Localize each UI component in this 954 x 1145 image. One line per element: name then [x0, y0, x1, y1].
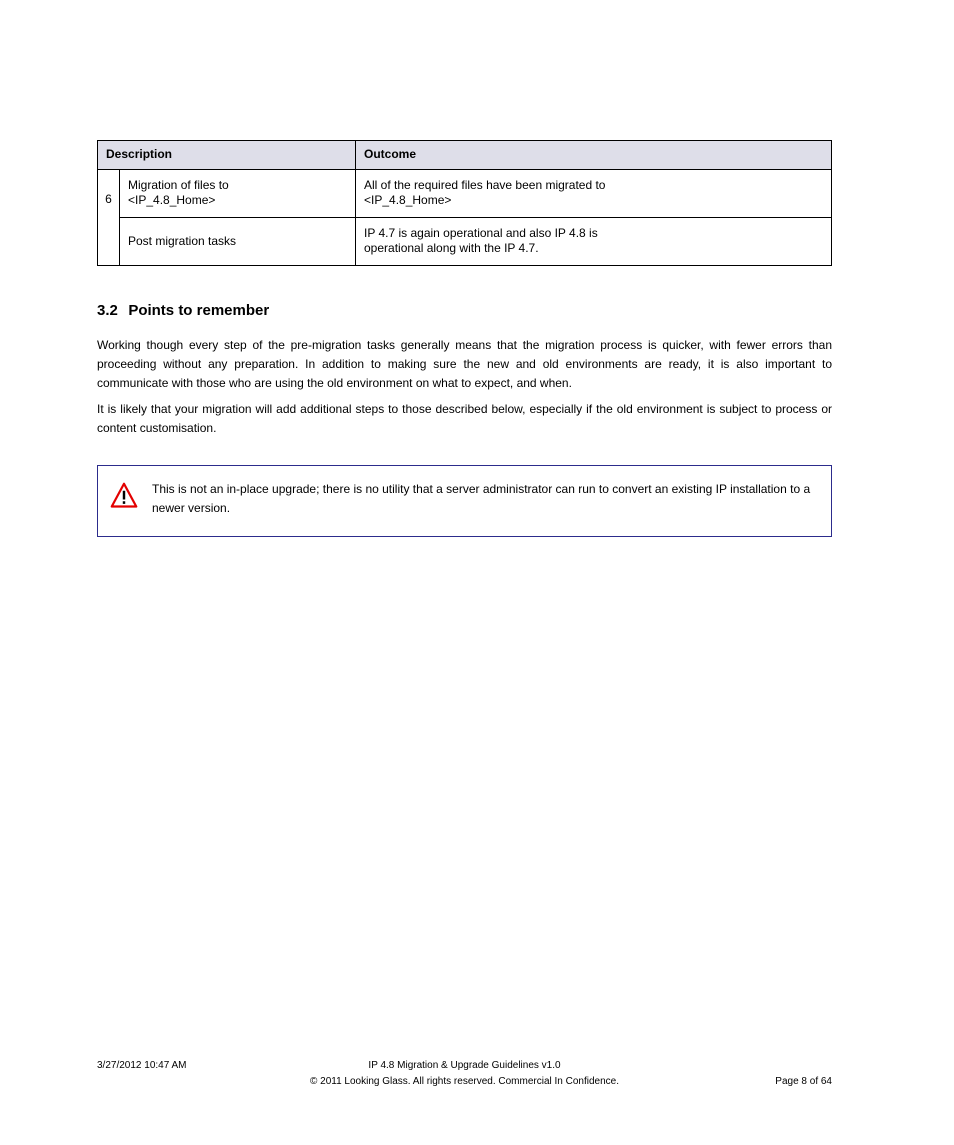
table-row: Post migration tasks IP 4.7 is again ope…: [98, 217, 832, 265]
cell-outcome-top: All of the required files have been migr…: [356, 169, 832, 217]
cell-desc-top: Migration of files to <IP_4.8_Home>: [120, 169, 356, 217]
section-title: Points to remember: [128, 302, 269, 319]
body-paragraph: Working though every step of the pre-mig…: [97, 336, 832, 394]
alert-box: This is not an in-place upgrade; there i…: [97, 465, 832, 537]
alert-text: This is not an in-place upgrade; there i…: [152, 482, 810, 515]
footer-page: Page 8 of 64: [775, 1076, 832, 1087]
footer-doc-title: IP 4.8 Migration & Upgrade Guidelines v1…: [97, 1060, 832, 1071]
body-paragraph: It is likely that your migration will ad…: [97, 400, 832, 438]
cell-desc-bottom: Post migration tasks: [120, 217, 356, 265]
footer-line: 3/27/2012 10:47 AM IP 4.8 Migration & Up…: [97, 1060, 832, 1071]
footer-copyright: © 2011 Looking Glass. All rights reserve…: [97, 1076, 832, 1087]
table-row: 6 Migration of files to <IP_4.8_Home> Al…: [98, 169, 832, 217]
cell-outcome-bottom: IP 4.7 is again operational and also IP …: [356, 217, 832, 265]
section-heading: 3.2 Points to remember: [97, 302, 269, 320]
row-number: 6: [98, 169, 120, 265]
section-number: 3.2: [97, 302, 118, 319]
warning-icon: [110, 482, 138, 510]
th-outcome: Outcome: [356, 141, 832, 170]
outcome-table: Description Outcome 6 Migration of files…: [97, 140, 832, 266]
th-description: Description: [98, 141, 356, 170]
